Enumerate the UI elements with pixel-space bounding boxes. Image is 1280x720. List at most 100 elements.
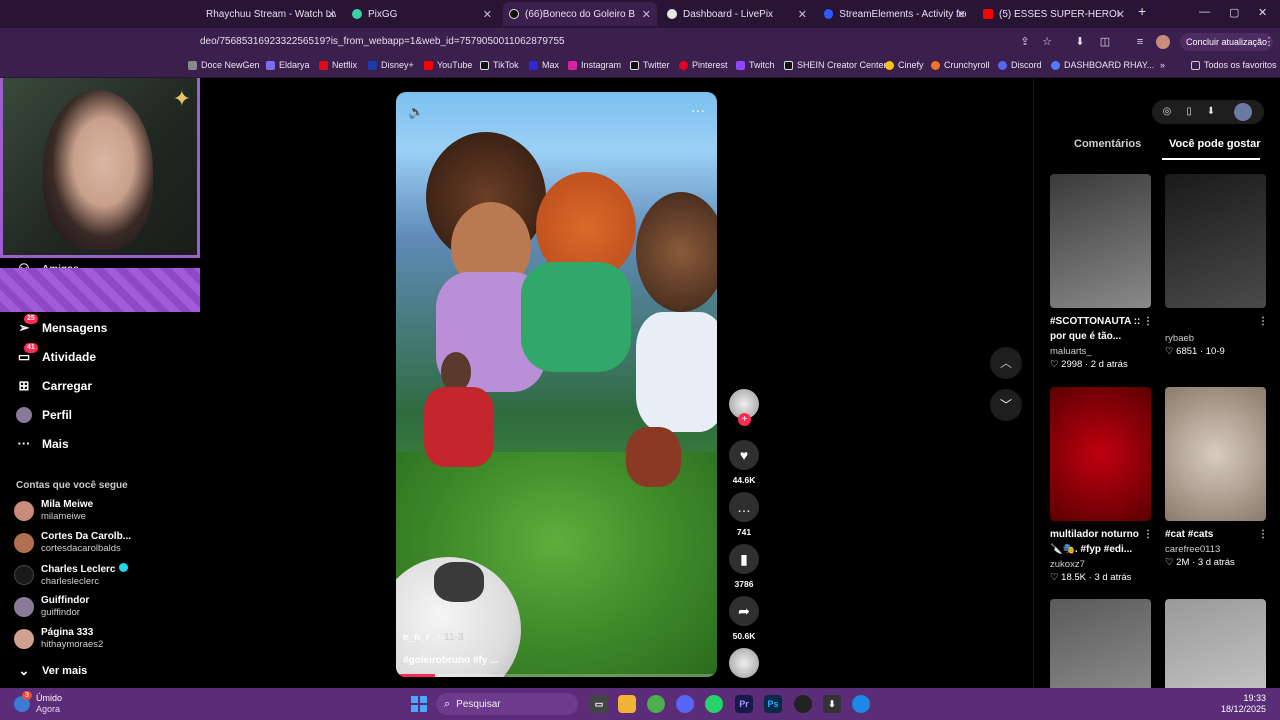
url-field[interactable]: deo/7568531692332256519?is_from_webapp=1…: [200, 36, 565, 47]
nav-messages[interactable]: ➢ 25 Mensagens: [16, 314, 107, 336]
close-icon[interactable]: ✕: [1116, 8, 1125, 21]
update-button[interactable]: Concluir atualização: [1180, 33, 1274, 51]
close-icon[interactable]: ✕: [798, 8, 807, 21]
profile-avatar-icon[interactable]: [1156, 35, 1170, 49]
bookmark-dashboard-rhay[interactable]: DASHBOARD RHAY...: [1051, 60, 1154, 70]
menu-icon[interactable]: ⋮: [1262, 35, 1276, 49]
following-account[interactable]: Charles Leclerc charlesleclerc: [14, 561, 128, 589]
weather-widget[interactable]: 3 Úmido Agora: [14, 691, 62, 715]
following-account[interactable]: Mila Meiwe milameiwe: [14, 497, 93, 525]
video-caption[interactable]: #goleirobruno #fy ...: [403, 655, 499, 666]
obs-icon[interactable]: [794, 695, 812, 713]
bookmark-max[interactable]: Max: [529, 60, 559, 70]
nav-activity[interactable]: ▭ 41 Atividade: [16, 343, 96, 365]
minimize-icon[interactable]: —: [1199, 6, 1210, 18]
see-more-button[interactable]: ⌄ Ver mais: [16, 663, 88, 679]
following-account[interactable]: Página 333 hithaymoraes2: [14, 625, 103, 653]
like-button[interactable]: ♥ 44.6K: [729, 440, 759, 485]
nav-upload[interactable]: ⊞ Carregar: [16, 378, 92, 394]
tab-rhaychuu-stream[interactable]: Rhaychuu Stream - Watch Live ✕: [200, 2, 342, 26]
previous-video-button[interactable]: ︿: [990, 347, 1022, 379]
save-button[interactable]: ▮ 3786: [729, 544, 759, 589]
nav-profile[interactable]: Perfil: [16, 407, 72, 423]
next-video-button[interactable]: ﹀: [990, 389, 1022, 421]
tab-comments[interactable]: Comentários: [1074, 138, 1141, 150]
bookmark-cinefy[interactable]: Cinefy: [885, 60, 924, 70]
follow-plus-icon[interactable]: +: [738, 413, 751, 426]
weather-sub: Agora: [36, 704, 61, 714]
share-button[interactable]: ➦ 50.6K: [729, 596, 759, 641]
new-tab-icon[interactable]: +: [1138, 3, 1146, 19]
close-window-icon[interactable]: ✕: [1258, 6, 1267, 19]
suggested-video-card[interactable]: multilador noturno 🔪🎭. #fyp #edi... ⋮ zuk…: [1050, 387, 1153, 583]
photoshop-icon[interactable]: Ps: [764, 695, 782, 713]
account-name: Guiffindor: [41, 595, 90, 606]
following-account[interactable]: Cortes Da Carolb... cortesdacarolbalds: [14, 529, 131, 557]
media-control-icon[interactable]: ≡: [1133, 35, 1147, 49]
suggested-video-card[interactable]: #cat #cats ⋮ carefree0113 ♡ 2M · 3 d atrá…: [1165, 387, 1268, 568]
more-options-icon[interactable]: ⋮: [1258, 314, 1268, 329]
music-disc[interactable]: [729, 648, 759, 678]
more-options-icon[interactable]: ⋮: [1143, 527, 1153, 542]
bookmark-discord[interactable]: Discord: [998, 60, 1042, 70]
download-icon[interactable]: ⬇: [1204, 105, 1218, 119]
bookmark-eldarya[interactable]: Eldarya: [266, 60, 310, 70]
edge-icon[interactable]: [852, 695, 870, 713]
system-clock[interactable]: 19:33 18/12/2025: [1221, 693, 1266, 715]
tab-pixgg[interactable]: PixGG ✕: [346, 2, 498, 26]
bookmark-netflix[interactable]: Netflix: [319, 60, 357, 70]
whatsapp-icon[interactable]: [705, 695, 723, 713]
close-icon[interactable]: ✕: [642, 8, 651, 21]
profile-avatar-icon[interactable]: [1234, 103, 1252, 121]
bookmark-crunchyroll[interactable]: Crunchyroll: [931, 60, 990, 70]
volume-icon[interactable]: 🔈: [408, 104, 424, 120]
tab-streamelements[interactable]: StreamElements - Activity feed ✕: [818, 2, 972, 26]
chrome-icon[interactable]: [647, 695, 665, 713]
taskbar-search[interactable]: ⌕ Pesquisar: [436, 693, 578, 715]
following-account[interactable]: Guiffindor guiffindor: [14, 593, 89, 621]
bookmark-twitch[interactable]: Twitch: [736, 60, 775, 70]
more-options-icon[interactable]: ···: [691, 102, 705, 118]
discord-icon[interactable]: [676, 695, 694, 713]
all-bookmarks[interactable]: Todos os favoritos: [1191, 60, 1277, 70]
video-author[interactable]: e_n_r_ · 11-3: [403, 632, 463, 643]
file-explorer-icon[interactable]: [618, 695, 636, 713]
windows-start-icon[interactable]: [411, 696, 427, 712]
bookmark-label: Doce NewGen: [201, 60, 260, 70]
install-app-icon[interactable]: ⇪: [1018, 35, 1032, 49]
comment-button[interactable]: … 741: [729, 492, 759, 537]
close-icon[interactable]: ✕: [327, 8, 336, 21]
task-view-icon[interactable]: ▭: [590, 695, 608, 713]
bookmark-doce-newgen[interactable]: Doce NewGen: [188, 60, 260, 70]
creator-avatar[interactable]: +: [729, 389, 759, 426]
bookmarks-overflow-icon[interactable]: »: [1160, 60, 1165, 70]
more-options-icon[interactable]: ⋮: [1143, 314, 1153, 329]
bookmark-shein[interactable]: SHEIN Creator Center: [784, 60, 887, 70]
suggested-video-card[interactable]: ⋮ rybaeb ♡ 6851 · 10-9: [1165, 174, 1268, 357]
tab-livepix[interactable]: Dashboard - LivePix ✕: [661, 2, 813, 26]
tab-you-may-like[interactable]: Você pode gostar: [1169, 138, 1260, 150]
bookmark-youtube[interactable]: YouTube: [424, 60, 472, 70]
more-options-icon[interactable]: ⋮: [1258, 527, 1268, 542]
video-progress-bar[interactable]: [396, 674, 717, 677]
tab-tiktok-active[interactable]: (66)Boneco do Goleiro Bru ✕: [503, 2, 657, 26]
nav-more[interactable]: ··· Mais: [16, 436, 69, 452]
bookmark-disney[interactable]: Disney+: [368, 60, 414, 70]
download-icon[interactable]: ⬇: [1073, 35, 1087, 49]
premiere-icon[interactable]: Pr: [735, 695, 753, 713]
close-icon[interactable]: ✕: [483, 8, 492, 21]
autoscroll-icon[interactable]: ◎: [1160, 105, 1174, 119]
suggested-video-card[interactable]: #SCOTTONAUTA :: por que é tão... ⋮ maluar…: [1050, 174, 1153, 370]
bookmark-pinterest[interactable]: Pinterest: [679, 60, 728, 70]
extensions-icon[interactable]: ◫: [1098, 35, 1112, 49]
video-player[interactable]: 🔈 ··· e_n_r_ · 11-3 #goleirobruno #fy ..…: [396, 92, 717, 677]
close-icon[interactable]: ✕: [957, 8, 966, 21]
star-icon[interactable]: ☆: [1040, 35, 1054, 49]
tab-youtube[interactable]: (5) ESSES SUPER-HERÓIS TÃO ✕: [977, 2, 1131, 26]
mobile-icon[interactable]: ▯: [1182, 105, 1196, 119]
bookmark-instagram[interactable]: Instagram: [568, 60, 621, 70]
download-manager-icon[interactable]: ⬇: [823, 695, 841, 713]
bookmark-twitter[interactable]: Twitter: [630, 60, 670, 70]
maximize-icon[interactable]: ▢: [1229, 6, 1239, 19]
bookmark-tiktok[interactable]: TikTok: [480, 60, 519, 70]
